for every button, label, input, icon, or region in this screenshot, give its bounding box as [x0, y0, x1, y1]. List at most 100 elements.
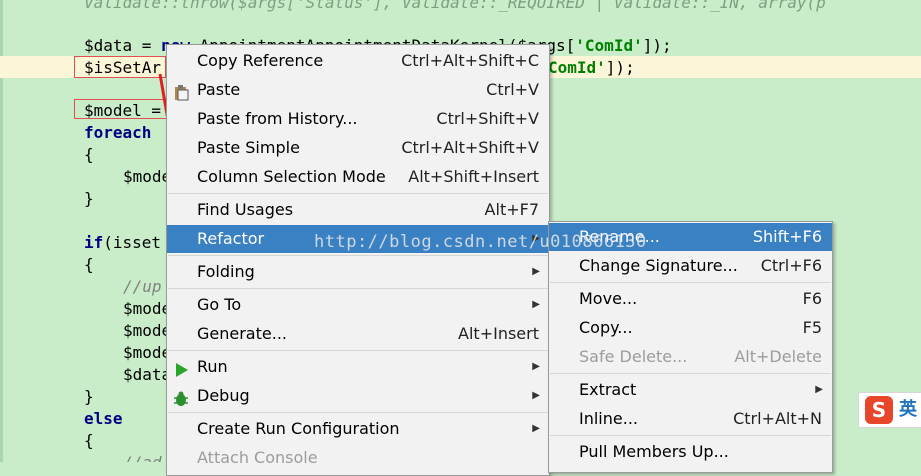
submenu-item-extract[interactable]: Extract ▶ [549, 376, 832, 404]
menu-item-shortcut: F5 [802, 318, 822, 337]
menu-item-label: Safe Delete... [579, 347, 688, 366]
code-token: $data [123, 365, 172, 384]
code-token: 'ComId' [575, 36, 643, 55]
code-token: ComId' [548, 58, 606, 77]
code-token: ]); [605, 58, 635, 77]
code-token: { [84, 255, 94, 274]
menu-item-label: Create Run Configuration [197, 419, 400, 438]
code-line[interactable]: else [84, 408, 123, 430]
refactor-submenu[interactable]: Rename... Shift+F6 Change Signature... C… [548, 221, 833, 473]
menu-item-folding[interactable]: Folding ▶ [167, 258, 549, 286]
submenu-item-safe-delete[interactable]: Safe Delete... Alt+Delete [549, 343, 832, 371]
menu-item-debug[interactable]: Debug ▶ [167, 382, 549, 410]
ime-language-toggle[interactable]: 英 [899, 397, 917, 423]
menu-item-column-selection-mode[interactable]: Column Selection Mode Alt+Shift+Insert [167, 163, 549, 191]
code-line[interactable]: } [84, 386, 94, 408]
menu-item-shortcut: Ctrl+V [486, 80, 539, 99]
menu-item-go-to[interactable]: Go To ▶ [167, 291, 549, 319]
menu-item-shortcut: Ctrl+Alt+N [733, 409, 822, 428]
sogou-logo-icon[interactable]: S [865, 396, 893, 424]
menu-item-label: Paste Simple [197, 138, 300, 157]
code-token: Validate::throw($args['Status'], Validat… [84, 0, 826, 12]
code-line[interactable]: $mode [123, 320, 171, 342]
code-line[interactable]: { [84, 144, 94, 166]
code-line[interactable]: $mode [123, 342, 171, 364]
code-token: else [84, 409, 123, 428]
menu-item-shortcut: Ctrl+Alt+Shift+C [401, 51, 539, 70]
paste-icon [173, 82, 189, 101]
code-token: $mode [123, 167, 172, 186]
submenu-item-inline[interactable]: Inline... Ctrl+Alt+N [549, 405, 832, 433]
menu-item-shortcut: Alt+F7 [484, 200, 539, 219]
selected-variable-box [74, 56, 166, 78]
menu-item-paste-from-history[interactable]: Paste from History... Ctrl+Shift+V [167, 105, 549, 133]
menu-item-label: Copy... [579, 318, 633, 337]
menu-item-refactor[interactable]: Refactor ▶ [167, 225, 549, 253]
submenu-item-change-signature[interactable]: Change Signature... Ctrl+F6 [549, 252, 832, 280]
menu-item-shortcut: Ctrl+F6 [760, 256, 822, 275]
menu-item-shortcut: F6 [802, 289, 822, 308]
selected-variable-box-2 [74, 99, 166, 119]
code-line[interactable]: if(isset [84, 232, 161, 254]
code-line[interactable]: $mode [123, 166, 171, 188]
submenu-item-move[interactable]: Move... F6 [549, 285, 832, 313]
submenu-arrow-icon: ▶ [532, 423, 540, 434]
menu-item-paste-simple[interactable]: Paste Simple Ctrl+Alt+Shift+V [167, 134, 549, 162]
submenu-arrow-icon: ▶ [532, 266, 540, 277]
code-token: { [84, 145, 94, 164]
menu-item-label: Move... [579, 289, 638, 308]
menu-separator [168, 350, 548, 351]
menu-item-shortcut: Alt+Shift+Insert [408, 167, 539, 186]
menu-item-copy-reference[interactable]: Copy Reference Ctrl+Alt+Shift+C [167, 47, 549, 75]
menu-item-label: Refactor [197, 229, 265, 248]
menu-item-shortcut: Alt+Insert [458, 324, 539, 343]
menu-separator [550, 373, 831, 374]
menu-item-generate[interactable]: Generate... Alt+Insert [167, 320, 549, 348]
menu-separator [550, 435, 831, 436]
ime-toolbar[interactable]: S 英 [858, 392, 921, 428]
menu-item-shortcut: Shift+F6 [752, 227, 822, 246]
code-line[interactable]: //ad [123, 452, 162, 462]
menu-item-label: Change Signature... [579, 256, 738, 275]
code-token: $data = [84, 36, 162, 55]
menu-separator [168, 412, 548, 413]
run-icon [173, 359, 189, 377]
menu-separator [168, 255, 548, 256]
code-line[interactable]: $mode [123, 298, 171, 320]
menu-item-run[interactable]: Run ▶ [167, 353, 549, 381]
submenu-arrow-icon: ▶ [532, 299, 540, 310]
code-line[interactable]: } [84, 188, 94, 210]
menu-item-label: Inline... [579, 409, 638, 428]
code-line[interactable]: $data [123, 364, 171, 386]
code-line[interactable]: Validate::throw($args['Status'], Validat… [84, 0, 826, 14]
submenu-arrow-icon: ▶ [532, 390, 540, 401]
submenu-arrow-icon: ▶ [532, 233, 540, 244]
code-line[interactable]: { [84, 430, 94, 452]
code-line[interactable]: { [84, 254, 94, 276]
menu-item-shortcut: Ctrl+Shift+V [436, 109, 539, 128]
menu-item-find-usages[interactable]: Find Usages Alt+F7 [167, 196, 549, 224]
menu-item-label: Generate... [197, 324, 287, 343]
menu-item-label: Folding [197, 262, 255, 281]
code-line[interactable]: //up [123, 276, 162, 298]
context-menu[interactable]: Copy Reference Ctrl+Alt+Shift+C Paste Ct… [166, 44, 550, 476]
code-token: //ad [123, 453, 162, 462]
menu-item-create-run-configuration[interactable]: Create Run Configuration ▶ [167, 415, 549, 443]
menu-item-paste[interactable]: Paste Ctrl+V [167, 76, 549, 104]
submenu-item-copy[interactable]: Copy... F5 [549, 314, 832, 342]
code-token: foreach [84, 123, 162, 142]
menu-item-label: Paste [197, 80, 241, 99]
menu-item-attach-console[interactable]: Attach Console [167, 444, 549, 472]
menu-separator [168, 193, 548, 194]
code-token: $mode [123, 321, 172, 340]
code-line[interactable]: ComId']); [548, 57, 635, 79]
submenu-item-rename[interactable]: Rename... Shift+F6 [549, 223, 832, 251]
menu-item-shortcut: Ctrl+Alt+Shift+V [401, 138, 539, 157]
menu-item-label: Extract [579, 380, 637, 399]
code-line[interactable]: foreach [84, 122, 161, 144]
code-token: } [84, 189, 94, 208]
menu-item-label: Debug [197, 386, 250, 405]
menu-item-label: Copy Reference [197, 51, 324, 70]
menu-item-label: Attach Console [197, 448, 318, 467]
code-token: (isset [103, 233, 162, 252]
